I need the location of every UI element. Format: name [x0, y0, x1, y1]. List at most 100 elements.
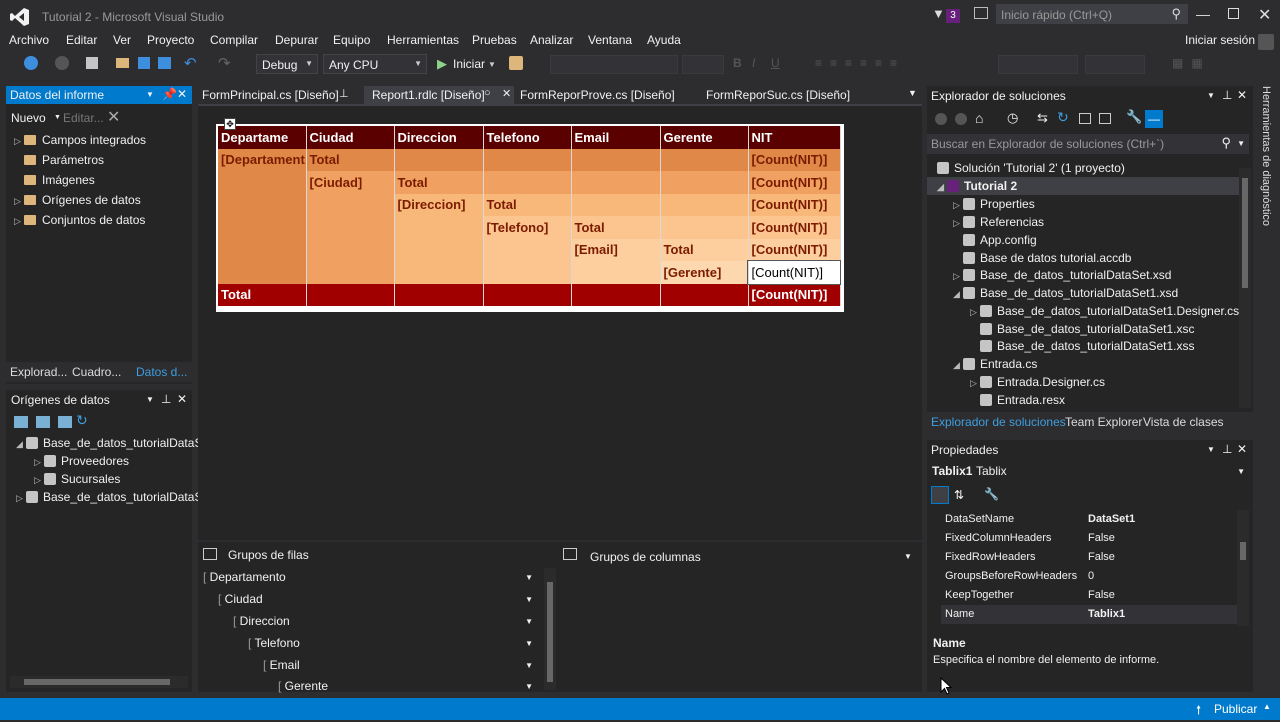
font-dropdown[interactable] — [550, 55, 678, 74]
menu-editar[interactable]: Editar — [66, 33, 97, 47]
add-datasource-icon[interactable] — [14, 416, 28, 428]
size-dropdown[interactable] — [682, 55, 724, 74]
tab-formprincipal[interactable]: FormPrincipal.cs [Diseño] — [202, 88, 339, 102]
header-cell[interactable]: Ciudad — [306, 126, 395, 149]
cell-empty[interactable] — [660, 283, 749, 306]
chevron-down-icon[interactable]: ▼ — [525, 682, 533, 691]
tree-item-origenes[interactable]: ▷ Orígenes de datos — [14, 193, 141, 207]
close-icon[interactable]: ✕ — [177, 392, 187, 406]
cell-grand-count[interactable]: [Count(NIT)] — [748, 283, 841, 306]
cell-empty[interactable] — [394, 238, 484, 261]
property-row[interactable]: GroupsBeforeRowHeaders — [945, 570, 1077, 582]
sol-item-designer[interactable]: ▷ Base_de_datos_tutorialDataSet1.Designer… — [970, 304, 1239, 318]
back-icon[interactable] — [24, 56, 38, 70]
property-row[interactable]: KeepTogether — [945, 589, 1014, 601]
chevron-down-icon[interactable]: ▼ — [525, 573, 533, 582]
ds-item-1[interactable]: ◢ Base_de_datos_tutorialDataSe — [16, 436, 209, 450]
ds-item-proveedores[interactable]: ▷ Proveedores — [34, 454, 129, 468]
cell-empty[interactable] — [218, 216, 307, 239]
move-handle-icon[interactable]: ✥ — [224, 118, 236, 130]
sol-item-xss[interactable]: Base_de_datos_tutorialDataSet1.xss — [970, 339, 1194, 353]
cell-ciudad[interactable]: [Ciudad] — [306, 171, 395, 194]
tab-formreporprove[interactable]: FormReporProve.cs [Diseño] — [520, 88, 675, 102]
minimize-button[interactable]: — — [1196, 6, 1210, 22]
account-icon[interactable] — [1258, 34, 1274, 50]
style-size-dropdown[interactable] — [1085, 55, 1145, 74]
ds-item-sucursales[interactable]: ▷ Sucursales — [34, 472, 120, 486]
cell-empty[interactable] — [394, 216, 484, 239]
tab-report1-active[interactable]: Report1.rdlc [Diseño] ○ ✕ — [364, 86, 514, 104]
property-value[interactable]: DataSet1 — [1088, 513, 1135, 525]
tree-item-conjuntos[interactable]: ▷ Conjuntos de datos — [14, 213, 145, 227]
sol-item-xsd1[interactable]: ▷ Base_de_datos_tutorialDataSet.xsd — [953, 268, 1171, 282]
play-icon[interactable]: ▶ — [437, 56, 447, 72]
new-button[interactable]: Nuevo — [11, 111, 46, 125]
close-icon[interactable]: ✕ — [1237, 442, 1247, 456]
vertical-scrollbar[interactable] — [544, 568, 556, 690]
cell-empty[interactable] — [218, 171, 307, 194]
expand-arrow-icon[interactable]: ▷ — [14, 216, 24, 227]
cell-empty[interactable] — [306, 193, 395, 216]
horizontal-scrollbar[interactable] — [10, 676, 188, 688]
property-row[interactable]: Name — [945, 608, 974, 620]
tab-class-view[interactable]: Vista de clases — [1143, 415, 1224, 429]
cell-count[interactable]: [Count(NIT)] — [748, 238, 841, 261]
property-row[interactable]: DataSetName — [945, 513, 1014, 525]
cell-empty[interactable] — [306, 261, 395, 284]
chevron-down-icon[interactable]: ▼ — [146, 90, 154, 99]
cell-email[interactable]: [Email] — [571, 238, 661, 261]
cell-count[interactable]: [Count(NIT)] — [748, 193, 841, 216]
preview-icon[interactable]: — — [1145, 110, 1163, 128]
diagnostic-tools-tab[interactable]: Herramientas de diagnóstico — [1258, 86, 1278, 246]
layout-icons[interactable]: ▦▦ — [1172, 56, 1211, 70]
close-icon[interactable]: ✕ — [177, 87, 187, 101]
sol-item-xsd2[interactable]: ◢ Base_de_datos_tutorialDataSet1.xsd — [953, 286, 1178, 300]
cell-empty[interactable] — [306, 238, 395, 261]
sol-item-entrada[interactable]: ◢ Entrada.cs — [953, 357, 1037, 371]
cell-gerente[interactable]: [Gerente] — [660, 261, 749, 284]
object-selector[interactable]: Tablix1 Tablix ▼ — [927, 461, 1249, 481]
notification-badge[interactable]: 3 — [946, 9, 960, 23]
chevron-down-icon[interactable]: ▼ — [146, 395, 154, 404]
chevron-down-icon[interactable]: ▼ — [54, 114, 61, 121]
open-icon[interactable] — [116, 58, 129, 68]
sol-item-project[interactable]: ◢ Tutorial 2 — [937, 179, 1017, 193]
pin-icon[interactable]: ⊥ — [161, 392, 171, 406]
chevron-down-icon[interactable]: ▼ — [1237, 139, 1245, 148]
header-cell[interactable]: Gerente — [660, 126, 749, 149]
show-all-icon[interactable] — [1099, 113, 1111, 124]
row-group-email[interactable]: [ Email ▼ — [263, 658, 539, 672]
cell-empty[interactable] — [306, 283, 395, 306]
pin-icon[interactable]: ⊥ — [339, 87, 349, 100]
refresh-icon[interactable]: ↻ — [1057, 109, 1069, 126]
expand-arrow-icon[interactable]: ▷ — [14, 196, 24, 207]
cell-telefono[interactable]: [Telefono] — [483, 216, 572, 239]
expand-arrow-icon[interactable]: ▷ — [953, 271, 963, 282]
menu-ver[interactable]: Ver — [113, 33, 131, 47]
row-group-departamento[interactable]: [ Departamento ▼ — [203, 570, 539, 584]
sol-item-entrada-resx[interactable]: Entrada.resx — [970, 393, 1065, 407]
property-value[interactable]: False — [1088, 551, 1115, 563]
chevron-down-icon[interactable]: ▼ — [904, 552, 912, 561]
tab-team-explorer[interactable]: Team Explorer — [1065, 415, 1142, 429]
quick-launch-input[interactable]: Inicio rápido (Ctrl+Q) ⚲ — [996, 4, 1188, 24]
tree-item-parametros[interactable]: Parámetros — [14, 153, 104, 167]
tree-item-campos[interactable]: ▷ Campos integrados — [14, 133, 146, 147]
collapse-arrow-icon[interactable]: ◢ — [953, 360, 963, 371]
chevron-down-icon[interactable]: ▼ — [1237, 467, 1245, 476]
delete-icon[interactable]: ✕ — [107, 107, 120, 127]
pin-icon[interactable]: 📌 — [162, 87, 177, 101]
configure-icon[interactable] — [58, 416, 72, 428]
row-group-gerente[interactable]: [ Gerente ▼ — [278, 679, 539, 693]
vertical-scrollbar[interactable] — [1239, 168, 1251, 408]
italic-icon[interactable]: I — [752, 56, 755, 70]
cell-total[interactable]: Total — [306, 148, 395, 171]
property-row[interactable]: FixedRowHeaders — [945, 551, 1035, 563]
cell-count[interactable]: [Count(NIT)] — [748, 171, 841, 194]
property-value[interactable]: False — [1088, 589, 1115, 601]
expand-arrow-icon[interactable]: ▷ — [970, 307, 980, 318]
underline-icon[interactable]: U — [771, 56, 780, 70]
row-group-ciudad[interactable]: [ Ciudad ▼ — [218, 592, 539, 606]
cell-total[interactable]: Total — [483, 193, 572, 216]
tab-datos[interactable]: Datos d... — [136, 365, 187, 379]
